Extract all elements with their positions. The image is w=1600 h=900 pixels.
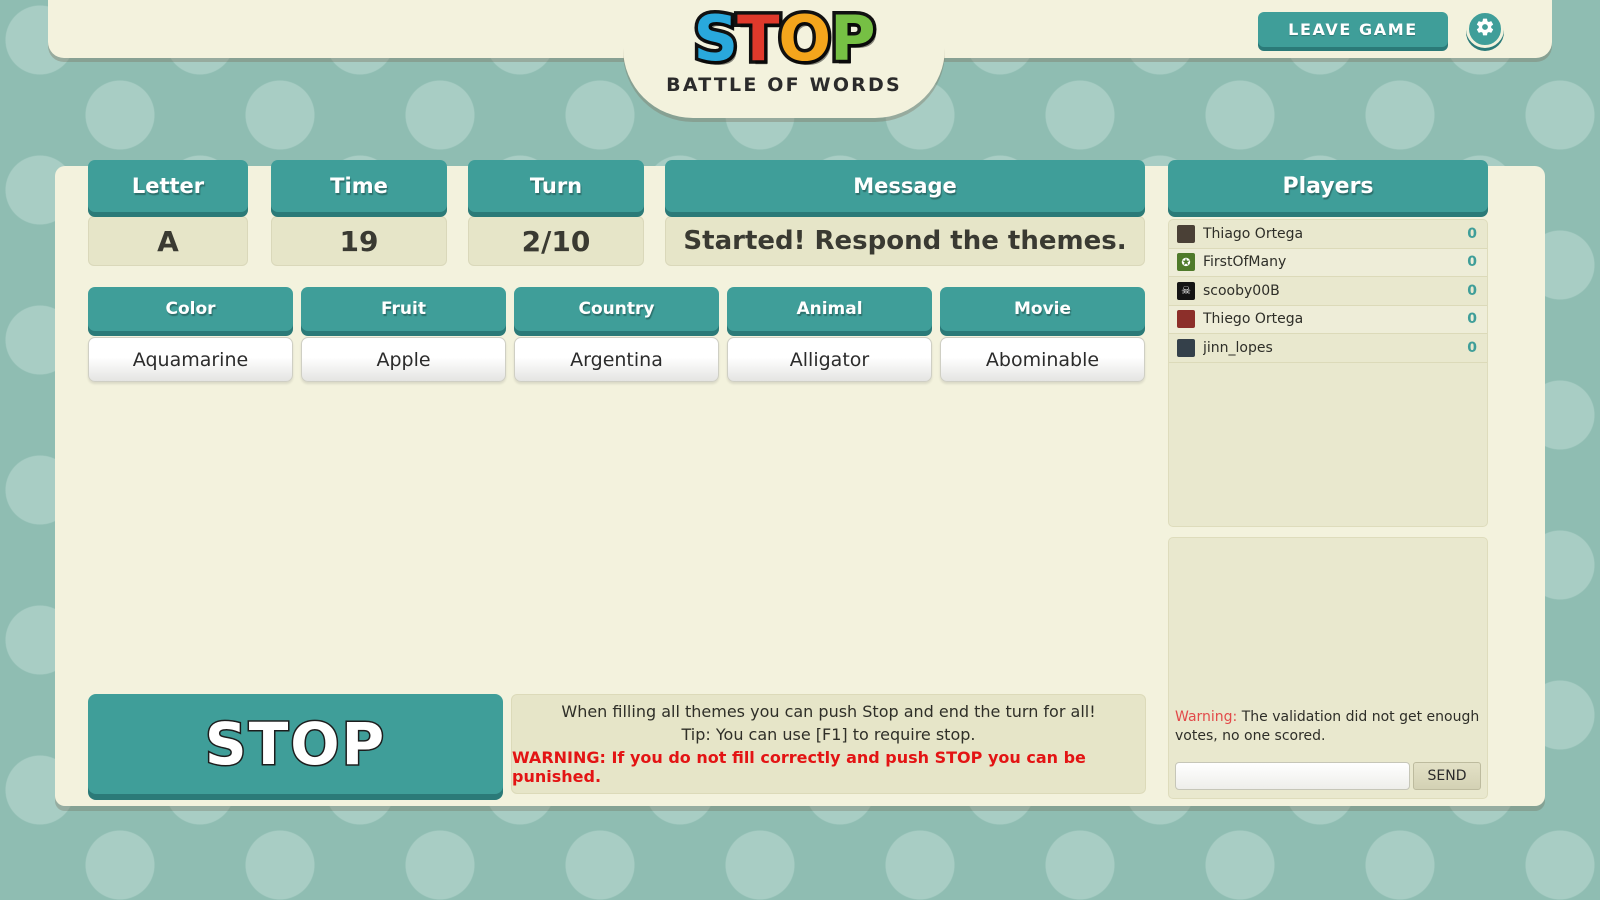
player-score: 0 — [1467, 254, 1477, 271]
turn-value: 2/10 — [468, 216, 644, 266]
gear-icon — [1475, 17, 1495, 42]
settings-button[interactable] — [1466, 10, 1504, 48]
photo-avatar — [1177, 224, 1195, 243]
logo-stop-text: STOP — [623, 2, 945, 75]
chat-panel: Warning: The validation did not get enou… — [1168, 537, 1488, 799]
player-score: 0 — [1467, 311, 1477, 328]
chat-input[interactable] — [1175, 762, 1410, 790]
message-header: Message — [665, 160, 1145, 212]
theme-header-country: Country — [514, 287, 719, 331]
theme-header-movie: Movie — [940, 287, 1145, 331]
logo-letter-t: T — [734, 2, 783, 75]
theme-header-color: Color — [88, 287, 293, 331]
theme-input-movie[interactable]: Abominable — [940, 337, 1145, 382]
player-row[interactable]: Thiego Ortega 0 — [1169, 305, 1487, 334]
theme-input-color[interactable]: Aquamarine — [88, 337, 293, 382]
leave-game-button[interactable]: LEAVE GAME — [1258, 12, 1448, 47]
player-row[interactable]: ☠ scooby00B 0 — [1169, 277, 1487, 306]
message-value: Started! Respond the themes. — [665, 216, 1145, 266]
turn-header: Turn — [468, 160, 644, 212]
letter-value: A — [88, 216, 248, 266]
theme-header-fruit: Fruit — [301, 287, 506, 331]
game-logo: STOP BATTLE OF WORDS — [623, 0, 945, 118]
tip-warning: WARNING: If you do not fill correctly an… — [512, 748, 1086, 786]
player-row[interactable]: ✪ FirstOfMany 0 — [1169, 248, 1487, 277]
tip-line-2: Tip: You can use [F1] to require stop. — [681, 725, 976, 744]
stop-button[interactable]: STOP — [88, 694, 503, 794]
player-score: 0 — [1467, 225, 1477, 242]
chat-message: Warning: The validation did not get enou… — [1175, 708, 1481, 746]
time-value: 19 — [271, 216, 447, 266]
star-badge-avatar: ✪ — [1177, 253, 1195, 272]
logo-letter-o: O — [775, 2, 835, 75]
main-panel: Letter A Time 19 Turn 2/10 Message Start… — [55, 160, 1545, 806]
theme-input-animal[interactable]: Alligator — [727, 337, 932, 382]
chat-log: Warning: The validation did not get enou… — [1169, 538, 1487, 754]
logo-letter-s: S — [690, 2, 742, 75]
tip-box: When filling all themes you can push Sto… — [511, 694, 1146, 794]
time-header: Time — [271, 160, 447, 212]
skull-avatar: ☠ — [1177, 281, 1195, 300]
player-score: 0 — [1467, 282, 1477, 299]
player-name: Thiego Ortega — [1203, 311, 1304, 328]
photo-avatar — [1177, 338, 1195, 357]
players-header: Players — [1168, 160, 1488, 212]
send-button[interactable]: SEND — [1413, 762, 1481, 790]
theme-input-country[interactable]: Argentina — [514, 337, 719, 382]
photo-avatar — [1177, 310, 1195, 329]
player-name: Thiago Ortega — [1203, 225, 1304, 242]
theme-header-animal: Animal — [727, 287, 932, 331]
player-name: scooby00B — [1203, 282, 1280, 299]
theme-input-fruit[interactable]: Apple — [301, 337, 506, 382]
player-row[interactable]: Thiago Ortega 0 — [1169, 220, 1487, 249]
logo-subtitle: BATTLE OF WORDS — [666, 74, 902, 96]
players-panel: Thiago Ortega 0 ✪ FirstOfMany 0 ☠ scooby00B 0 Th… — [1168, 219, 1488, 527]
letter-header: Letter — [88, 160, 248, 212]
player-row[interactable]: jinn_lopes 0 — [1169, 334, 1487, 363]
chat-warning-label: Warning: — [1175, 709, 1238, 725]
player-name: jinn_lopes — [1203, 339, 1273, 356]
player-score: 0 — [1467, 339, 1477, 356]
tip-line-1: When filling all themes you can push Sto… — [561, 702, 1096, 721]
logo-letter-p: P — [827, 2, 880, 75]
player-name: FirstOfMany — [1203, 254, 1287, 271]
